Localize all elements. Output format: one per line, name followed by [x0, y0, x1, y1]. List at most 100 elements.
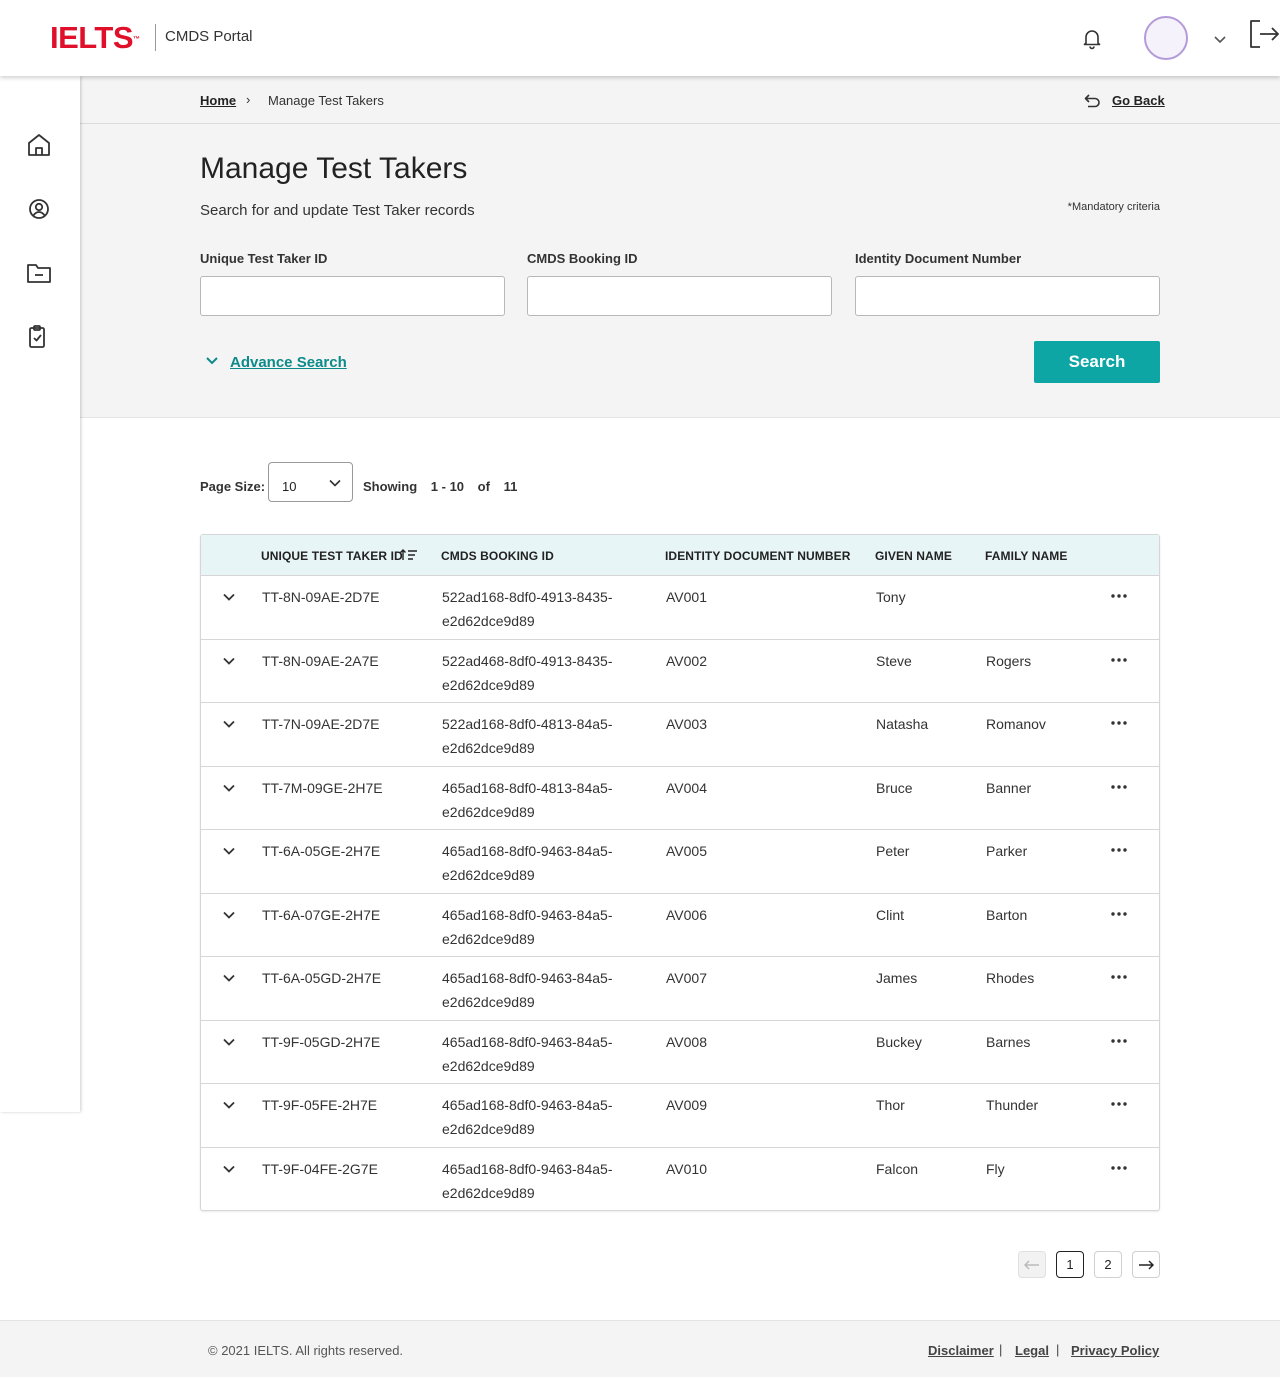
- cell-family-name: Thunder: [986, 1097, 1039, 1113]
- cell-cmds-booking-id-line-2: e2d62dce9d89: [442, 994, 535, 1010]
- row-more-options-icon[interactable]: [1107, 588, 1131, 604]
- cell-cmds-booking-id: 465ad168-8df0-9463-84a5- e2d62dce9d89: [442, 1093, 612, 1141]
- page-size-label: Page Size:: [200, 479, 266, 494]
- row-expand-chevron-down-icon[interactable]: [221, 907, 237, 923]
- pagination-page-2[interactable]: 2: [1094, 1251, 1122, 1278]
- row-expand-chevron-down-icon[interactable]: [221, 1161, 237, 1177]
- cell-cmds-booking-id-line-2: e2d62dce9d89: [442, 1121, 535, 1137]
- cell-cmds-booking-id-line-2: e2d62dce9d89: [442, 613, 535, 629]
- cell-cmds-booking-id: 522ad168-8df0-4913-8435- e2d62dce9d89: [442, 585, 612, 633]
- cell-given-name: Bruce: [876, 779, 913, 796]
- column-header-cmds-booking-id[interactable]: CMDS BOOKING ID: [441, 549, 554, 563]
- table-header: UNIQUE TEST TAKER ID CMDS BOOKING ID IDE…: [201, 535, 1159, 576]
- ielts-logo[interactable]: IELTS™: [50, 22, 140, 54]
- cell-cmds-booking-id-line-1: 465ad168-8df0-9463-84a5-: [442, 1160, 613, 1177]
- advance-search-chevron-down-icon[interactable]: [204, 353, 220, 369]
- cell-cmds-booking-id-line-2: e2d62dce9d89: [442, 1184, 535, 1201]
- cell-given-name: Thor: [876, 1097, 905, 1113]
- pagination-next-button[interactable]: [1132, 1251, 1160, 1278]
- row-expand-chevron-down-icon[interactable]: [221, 589, 237, 605]
- notification-bell-icon[interactable]: [1080, 26, 1104, 50]
- column-header-given-name[interactable]: GIVEN NAME: [875, 549, 952, 563]
- row-more-options-icon[interactable]: [1107, 652, 1131, 668]
- row-expand-chevron-down-icon[interactable]: [221, 1034, 237, 1050]
- cell-cmds-booking-id-line-1: 465ad168-8df0-9463-84a5-: [442, 1097, 613, 1113]
- cell-family-name: Rhodes: [986, 970, 1035, 986]
- user-circle-icon[interactable]: [26, 196, 52, 222]
- pagination-page-1[interactable]: 1: [1056, 1251, 1084, 1278]
- row-expand-chevron-down-icon[interactable]: [221, 970, 237, 986]
- table-row[interactable]: TT-6A-07GE-2H7E 465ad168-8df0-9463-84a5- e…: [201, 894, 1159, 957]
- footer-disclaimer-link[interactable]: Disclaimer: [928, 1343, 994, 1358]
- row-more-options-icon[interactable]: [1107, 1160, 1131, 1176]
- row-more-options-icon[interactable]: [1107, 1033, 1131, 1049]
- folder-minus-icon[interactable]: [26, 260, 52, 286]
- sidebar: [0, 76, 80, 1112]
- cell-identity-document-number: AV004: [666, 779, 707, 796]
- table-row[interactable]: TT-9F-04FE-2G7E 465ad168-8df0-9463-84a5- e…: [201, 1148, 1159, 1212]
- row-expand-chevron-down-icon[interactable]: [221, 653, 237, 669]
- logout-icon[interactable]: [1246, 18, 1280, 50]
- cell-given-name: Tony: [876, 589, 906, 605]
- table-row[interactable]: TT-9F-05GD-2H7E 465ad168-8df0-9463-84a5- e…: [201, 1021, 1159, 1084]
- column-header-family-name[interactable]: FAMILY NAME: [985, 549, 1067, 563]
- page-title: Manage Test Takers: [200, 152, 468, 185]
- cell-identity-document-number: AV009: [666, 1097, 707, 1113]
- identity-document-number-input[interactable]: [855, 276, 1160, 316]
- showing-total: 11: [503, 479, 518, 494]
- user-avatar[interactable]: [1144, 16, 1188, 60]
- row-expand-chevron-down-icon[interactable]: [221, 1097, 237, 1113]
- cell-cmds-booking-id-line-1: 465ad168-8df0-9463-84a5-: [442, 843, 613, 859]
- sort-ascending-icon[interactable]: [399, 547, 419, 563]
- mandatory-note: *Mandatory criteria: [1067, 201, 1160, 213]
- footer-privacy-policy-link[interactable]: Privacy Policy: [1071, 1343, 1159, 1358]
- row-more-options-icon[interactable]: [1107, 1096, 1131, 1112]
- column-header-unique-test-taker-id[interactable]: UNIQUE TEST TAKER ID: [261, 549, 403, 563]
- cell-given-name: Buckey: [876, 1033, 922, 1050]
- row-more-options-icon[interactable]: [1107, 779, 1131, 795]
- cell-unique-test-taker-id: TT-7M-09GE-2H7E: [262, 779, 383, 796]
- row-expand-chevron-down-icon[interactable]: [221, 843, 237, 859]
- search-button[interactable]: Search: [1034, 341, 1160, 383]
- cell-identity-document-number: AV003: [666, 716, 707, 732]
- cmds-booking-id-input[interactable]: [527, 276, 832, 316]
- arrow-left-icon: [1023, 1260, 1039, 1270]
- logo-trademark: ™: [133, 36, 140, 43]
- table-row[interactable]: TT-6A-05GE-2H7E 465ad168-8df0-9463-84a5- e…: [201, 830, 1159, 894]
- table-row[interactable]: TT-8N-09AE-2D7E 522ad168-8df0-4913-8435- e…: [201, 576, 1159, 640]
- pagination-prev-button[interactable]: [1018, 1251, 1046, 1278]
- row-more-options-icon[interactable]: [1107, 842, 1131, 858]
- breadcrumb-home-link[interactable]: Home: [200, 93, 236, 108]
- advance-search-link[interactable]: Advance Search: [230, 354, 347, 371]
- cell-cmds-booking-id-line-1: 465ad168-8df0-9463-84a5-: [442, 1033, 613, 1050]
- row-expand-chevron-down-icon[interactable]: [221, 780, 237, 796]
- go-back-arrow-icon[interactable]: [1083, 91, 1101, 109]
- table-row[interactable]: TT-6A-05GD-2H7E 465ad168-8df0-9463-84a5- e…: [201, 957, 1159, 1021]
- table-row[interactable]: TT-8N-09AE-2A7E 522ad468-8df0-4913-8435- e…: [201, 640, 1159, 703]
- cell-cmds-booking-id-line-2: e2d62dce9d89: [442, 1057, 535, 1074]
- footer-legal-link[interactable]: Legal: [1015, 1343, 1049, 1358]
- row-more-options-icon[interactable]: [1107, 969, 1131, 985]
- clipboard-check-icon[interactable]: [26, 324, 52, 350]
- breadcrumb: Home › Manage Test Takers Go Back: [80, 76, 1280, 124]
- table-row[interactable]: TT-7M-09GE-2H7E 465ad168-8df0-4813-84a5- e…: [201, 767, 1159, 830]
- logo-text: IELTS: [50, 20, 134, 55]
- home-icon[interactable]: [26, 132, 52, 158]
- page-size-select[interactable]: 10: [268, 462, 353, 502]
- test-takers-table: UNIQUE TEST TAKER ID CMDS BOOKING ID IDE…: [200, 534, 1160, 1211]
- cell-identity-document-number: AV008: [666, 1033, 707, 1050]
- cell-given-name: James: [876, 970, 918, 986]
- row-more-options-icon[interactable]: [1107, 715, 1131, 731]
- go-back-link[interactable]: Go Back: [1112, 93, 1165, 108]
- page-size-value: 10: [282, 479, 297, 494]
- unique-test-taker-id-input[interactable]: [200, 276, 505, 316]
- cell-unique-test-taker-id: TT-9F-04FE-2G7E: [262, 1160, 378, 1177]
- row-expand-chevron-down-icon[interactable]: [221, 716, 237, 732]
- row-more-options-icon[interactable]: [1107, 906, 1131, 922]
- table-row[interactable]: TT-7N-09AE-2D7E 522ad168-8df0-4813-84a5- e…: [201, 703, 1159, 767]
- cell-cmds-booking-id: 465ad168-8df0-9463-84a5- e2d62dce9d89: [442, 966, 612, 1014]
- table-row[interactable]: TT-9F-05FE-2H7E 465ad168-8df0-9463-84a5- e…: [201, 1084, 1159, 1148]
- user-menu-chevron-down-icon[interactable]: [1212, 31, 1228, 47]
- column-header-identity-document-number[interactable]: IDENTITY DOCUMENT NUMBER: [665, 549, 851, 563]
- cell-family-name: Barnes: [986, 1033, 1031, 1050]
